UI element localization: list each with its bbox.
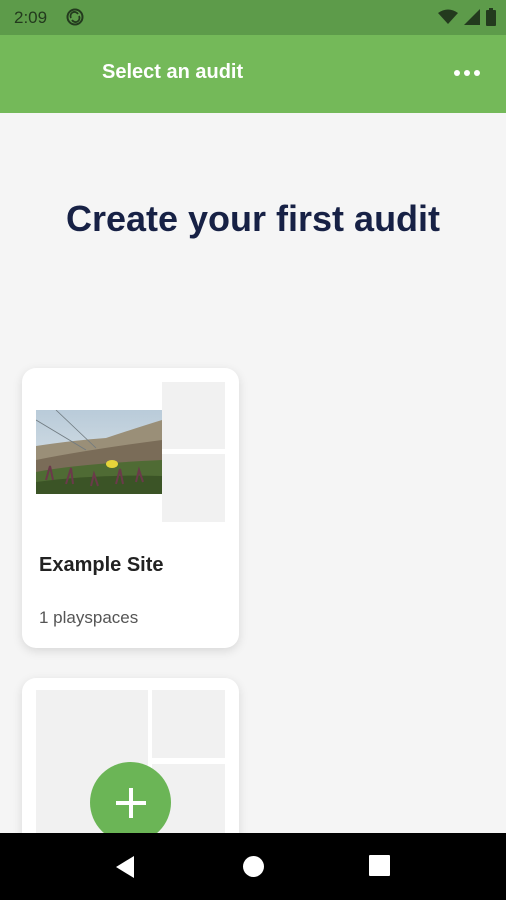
wifi-icon: [438, 9, 458, 24]
battery-icon: [486, 8, 496, 26]
thumbnail-placeholder: [162, 382, 225, 449]
back-triangle-icon[interactable]: [114, 855, 136, 879]
more-horizontal-icon: [454, 70, 460, 76]
navigation-bar: [0, 833, 506, 900]
more-options-button[interactable]: [447, 59, 487, 87]
recents-square-icon[interactable]: [369, 855, 390, 876]
signal-icon: [464, 9, 480, 25]
more-horizontal-icon: [474, 70, 480, 76]
audit-thumbnail-image: [36, 410, 162, 494]
thumbnail-placeholder: [162, 454, 225, 522]
app-bar: Select an audit: [0, 35, 506, 113]
sync-icon: [66, 8, 84, 26]
status-icons: [438, 8, 496, 26]
page-heading: Create your first audit: [65, 198, 441, 239]
status-time: 2:09: [14, 8, 48, 27]
audit-playspace-count: 1 playspaces: [39, 608, 139, 627]
audit-card[interactable]: Example Site 1 playspaces: [22, 368, 239, 648]
status-bar: 2:09: [0, 0, 506, 35]
audit-name: Example Site: [39, 554, 164, 576]
add-audit-button[interactable]: [90, 762, 171, 843]
home-circle-icon[interactable]: [242, 855, 265, 878]
app-bar-title: Select an audit: [102, 61, 244, 83]
more-horizontal-icon: [464, 70, 470, 76]
plus-icon-vertical: [128, 787, 133, 818]
thumbnail-placeholder: [152, 690, 225, 758]
